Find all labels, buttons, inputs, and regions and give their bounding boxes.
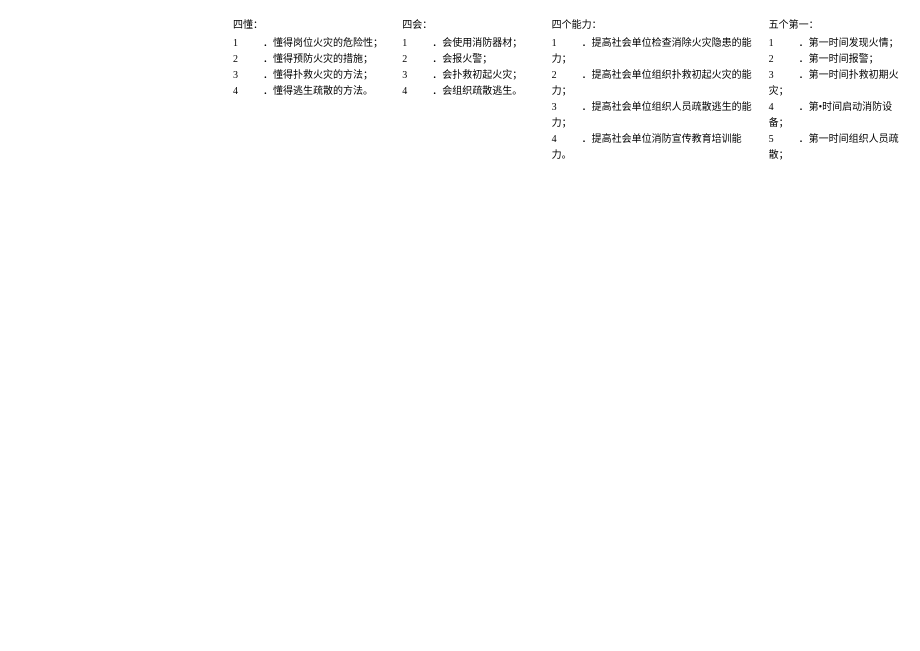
- item-number: 3: [769, 68, 799, 84]
- list-item: 5．第一时间组织人员疏散；: [769, 132, 912, 164]
- item-number: 1: [233, 36, 263, 52]
- item-text: ．懂得逃生疏散的方法。: [263, 86, 373, 97]
- column-sigenengli: 四个能力： 1．提高社会单位检查消除火灾隐患的能力； 2．提高社会单位组织扑救初…: [544, 18, 761, 164]
- item-number: 4: [552, 132, 582, 148]
- list-item: 4．第•时间启动消防设备；: [769, 100, 912, 132]
- column-wugediyi: 五个第一： 1．第一时间发现火情； 2．第一时间报警； 3．第一时间扑救初期火灾…: [761, 18, 920, 164]
- item-text: ．第一时间发现火情；: [799, 38, 899, 49]
- item-number: 3: [402, 68, 432, 84]
- item-number: 3: [233, 68, 263, 84]
- item-number: 2: [769, 52, 799, 68]
- list-item: 2．会报火警；: [402, 52, 535, 68]
- item-text: ．提高社会单位组织扑救初起火灾的能力；: [552, 70, 752, 97]
- item-text: ．会报火警；: [432, 54, 492, 65]
- list-item: 1．会使用消防器材；: [402, 36, 535, 52]
- list-item: 2．第一时间报警；: [769, 52, 912, 68]
- list-item: 3．懂得扑救火灾的方法；: [233, 68, 386, 84]
- item-number: 5: [769, 132, 799, 148]
- item-number: 2: [233, 52, 263, 68]
- item-number: 4: [233, 84, 263, 100]
- item-text: ．会使用消防器材；: [432, 38, 522, 49]
- list-item: 4．懂得逃生疏散的方法。: [233, 84, 386, 100]
- list-item: 3．会扑救初起火灾；: [402, 68, 535, 84]
- item-text: ．会组织疏散逃生。: [432, 86, 522, 97]
- item-number: 2: [402, 52, 432, 68]
- col3-title: 四个能力：: [552, 18, 753, 34]
- list-item: 1．提高社会单位检查消除火灾隐患的能力；: [552, 36, 753, 68]
- item-number: 2: [552, 68, 582, 84]
- list-item: 1．懂得岗位火灾的危险性；: [233, 36, 386, 52]
- item-number: 4: [769, 100, 799, 116]
- item-text: ．懂得预防火灾的措施；: [263, 54, 373, 65]
- item-text: ．提高社会单位检查消除火灾隐患的能力；: [552, 38, 752, 65]
- column-sihui: 四会： 1．会使用消防器材； 2．会报火警； 3．会扑救初起火灾； 4．会组织疏…: [394, 18, 543, 100]
- col1-title: 四懂：: [233, 18, 386, 34]
- list-item: 4．提高社会单位消防宣传教育培训能力。: [552, 132, 753, 164]
- item-text: ．懂得岗位火灾的危险性；: [263, 38, 383, 49]
- item-number: 1: [769, 36, 799, 52]
- item-number: 1: [402, 36, 432, 52]
- item-text: ．懂得扑救火灾的方法；: [263, 70, 373, 81]
- item-number: 1: [552, 36, 582, 52]
- list-item: 3．第一时间扑救初期火灾；: [769, 68, 912, 100]
- list-item: 2．提高社会单位组织扑救初起火灾的能力；: [552, 68, 753, 100]
- item-text: ．第一时间报警；: [799, 54, 879, 65]
- col2-title: 四会：: [402, 18, 535, 34]
- item-number: 4: [402, 84, 432, 100]
- list-item: 1．第一时间发现火情；: [769, 36, 912, 52]
- list-item: 3．提高社会单位组织人员疏散逃生的能力；: [552, 100, 753, 132]
- column-sidong: 四懂： 1．懂得岗位火灾的危险性； 2．懂得预防火灾的措施； 3．懂得扑救火灾的…: [225, 18, 394, 100]
- item-text: ．提高社会单位组织人员疏散逃生的能力；: [552, 102, 752, 129]
- document-page: 四懂： 1．懂得岗位火灾的危险性； 2．懂得预防火灾的措施； 3．懂得扑救火灾的…: [0, 18, 920, 164]
- item-text: ．会扑救初起火灾；: [432, 70, 522, 81]
- list-item: 2．懂得预防火灾的措施；: [233, 52, 386, 68]
- list-item: 4．会组织疏散逃生。: [402, 84, 535, 100]
- item-number: 3: [552, 100, 582, 116]
- col4-title: 五个第一：: [769, 18, 912, 34]
